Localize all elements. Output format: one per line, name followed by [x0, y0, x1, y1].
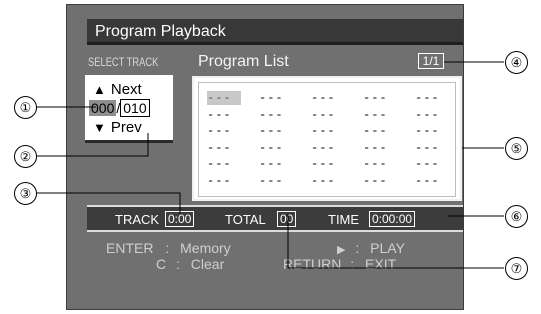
callout-2-icon: ②	[14, 145, 37, 168]
callout-3-icon: ③	[14, 182, 37, 205]
callout-1-icon: ①	[14, 96, 37, 119]
callout-leader-lines	[36, 61, 504, 269]
callout-7-icon: ⑦	[505, 257, 528, 280]
callout-5-icon: ⑤	[505, 137, 528, 160]
callout-4-icon: ④	[505, 51, 528, 74]
callout-6-icon: ⑥	[505, 205, 528, 228]
